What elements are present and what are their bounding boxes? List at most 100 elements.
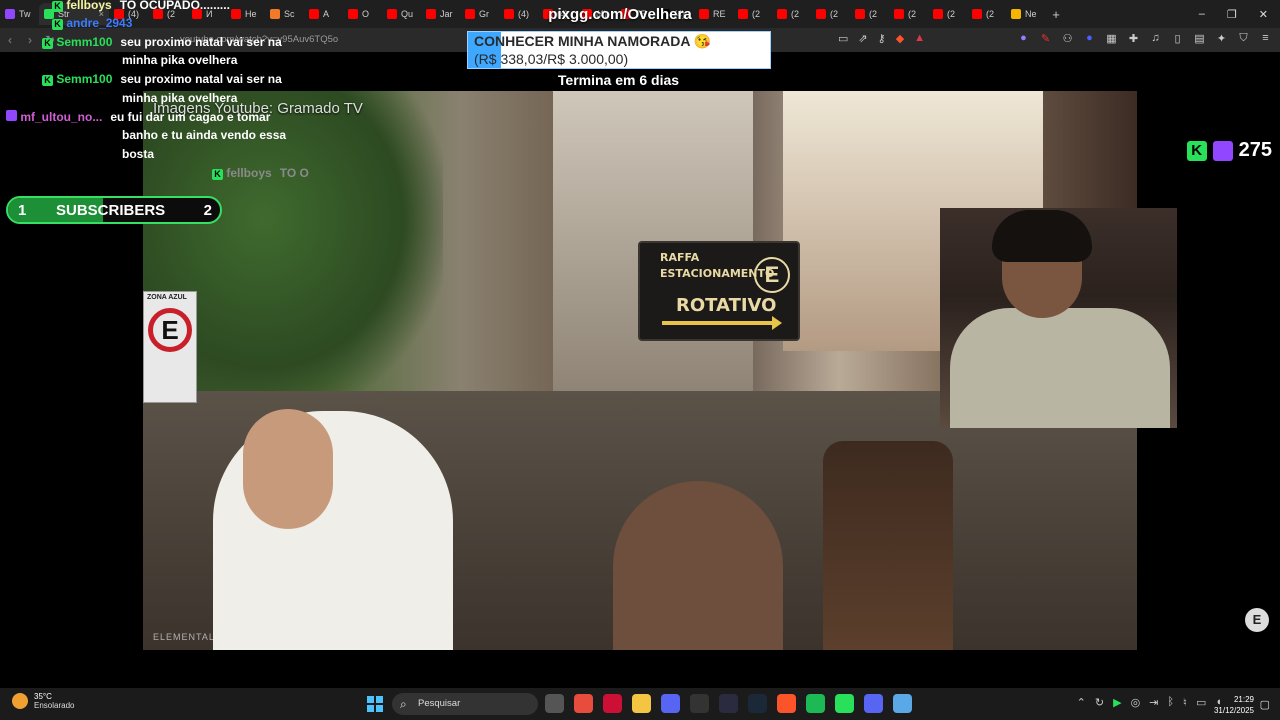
taskbar-app-icon[interactable] xyxy=(864,694,883,713)
tray-app-icon[interactable]: ↻ xyxy=(1095,696,1104,709)
chat-username: fellboys xyxy=(226,166,272,180)
twitch-badge-icon xyxy=(6,110,17,121)
chat-message: K andre_2943 xyxy=(52,14,140,33)
chat-text: minha pika ovelhera xyxy=(122,91,238,105)
clock-date: 31/12/2025 xyxy=(1213,706,1254,715)
install-icon[interactable]: ▭ xyxy=(838,32,848,45)
sign-letter: E xyxy=(754,257,790,293)
weather-temp: 35°C xyxy=(34,692,52,701)
goal-title: CONHECER MINHA NAMORADA 😘 xyxy=(474,33,712,49)
extension-icons: ● ✎ ⚇ ● ▦ ✚ ♫ ▯ ▤ ✦ ⛉ ≡ xyxy=(1017,32,1272,45)
vpn-icon[interactable]: ⛉ xyxy=(1237,32,1250,45)
taskbar-app-icon[interactable] xyxy=(719,694,738,713)
sidebar-icon[interactable]: ▯ xyxy=(1171,32,1184,45)
close-window-button[interactable]: ✕ xyxy=(1259,8,1268,21)
chat-message: K Semm100 seu proximo natal vai ser na xyxy=(42,70,282,89)
extension-icon[interactable]: ✎ xyxy=(1039,32,1052,45)
notification-icon[interactable]: ▢ xyxy=(1260,698,1270,711)
taskbar-app-icon[interactable] xyxy=(835,694,854,713)
screen: Tw Str × (4) (2 И He Sc A O Qu Jar Gr (4) (4) (4) TE (4) R… xyxy=(0,0,1280,720)
twitch-icon xyxy=(1212,140,1233,161)
search-placeholder: Pesquisar xyxy=(418,698,461,709)
video-watermark: ELEMENTAL xyxy=(153,632,215,642)
page-tools: ▭ ⇗ ⚷ ◆ ▲ xyxy=(838,32,925,45)
webcam-body xyxy=(950,308,1170,428)
network-icon[interactable]: ▭ xyxy=(1196,696,1206,709)
kick-icon: K xyxy=(1186,140,1207,161)
weather-widget[interactable]: 35°C Ensolarado xyxy=(12,692,74,710)
taskbar-app-icon[interactable] xyxy=(748,694,767,713)
clock[interactable]: 21:29 31/12/2025 xyxy=(1214,694,1254,716)
rewards-icon[interactable]: ▲ xyxy=(914,32,925,45)
chat-text: eu fui dar um cagao e tomar xyxy=(110,110,271,124)
start-button[interactable] xyxy=(367,696,383,712)
key-icon[interactable]: ⚷ xyxy=(878,32,886,45)
kick-badge-icon: K xyxy=(42,75,53,86)
channel-logo-icon: E xyxy=(1245,608,1269,632)
media-icon[interactable]: ♫ xyxy=(1149,32,1162,45)
taskbar-app-icon[interactable] xyxy=(690,694,709,713)
chat-text: TO O xyxy=(279,166,309,180)
extension-icon[interactable]: ⚇ xyxy=(1061,32,1074,45)
sun-icon xyxy=(12,693,28,709)
kick-badge-icon: K xyxy=(52,1,63,12)
viewer-count-value: 275 xyxy=(1238,139,1272,161)
goal-amount: (R$ 338,03/R$ 3.000,00) xyxy=(474,51,629,67)
chat-username: Semm100 xyxy=(56,72,113,86)
share-icon[interactable]: ⇗ xyxy=(858,32,867,45)
mic-icon[interactable]: ♮ xyxy=(1183,696,1187,709)
subs-to: 2 xyxy=(203,202,212,219)
chat-message: mf_ultou_no... eu fui dar um cagao e toma… xyxy=(6,108,270,127)
puzzle-icon[interactable]: ✚ xyxy=(1127,32,1140,45)
extension-icon[interactable]: ● xyxy=(1083,32,1096,45)
system-tray: ⌃ ↻ ▶ ◎ ⇥ ᛒ ♮ ▭ ◖ xyxy=(1077,696,1222,709)
taskbar-app-icon[interactable] xyxy=(777,694,796,713)
sign-line1: RAFFA xyxy=(660,251,700,264)
extension-icon[interactable]: ▦ xyxy=(1105,32,1118,45)
webcam-hair xyxy=(992,210,1092,262)
viewer-count: K 275 xyxy=(1186,139,1272,162)
sign-line3: ROTATIVO xyxy=(676,295,777,316)
person-foreground-center xyxy=(613,481,783,650)
chat-message: minha pika ovelhera xyxy=(122,51,237,70)
wallet-icon[interactable]: ▤ xyxy=(1193,32,1206,45)
subs-from: 1 xyxy=(18,202,27,219)
subscribers-goal-bar: 1 SUBSCRIBERS 2 xyxy=(6,196,222,224)
taskbar-app-icon[interactable] xyxy=(545,694,564,713)
chat-username: Semm100 xyxy=(56,35,113,49)
taskbar-app-icon[interactable] xyxy=(806,694,825,713)
subs-label: SUBSCRIBERS xyxy=(56,202,166,219)
taskbar-app-icon[interactable] xyxy=(574,694,593,713)
chat-message: bosta xyxy=(122,145,154,164)
clock-time: 21:29 xyxy=(1233,695,1254,704)
taskbar-app-icon[interactable] xyxy=(661,694,680,713)
bluetooth-icon[interactable]: ᛒ xyxy=(1167,696,1174,709)
chat-message: K fellboys TO O xyxy=(212,164,309,183)
chat-username: andre_2943 xyxy=(66,16,133,30)
weather-desc: Ensolarado xyxy=(34,701,75,710)
extension-icon[interactable]: ● xyxy=(1017,32,1030,45)
menu-icon[interactable]: ≡ xyxy=(1259,32,1272,45)
donation-goal: CONHECER MINHA NAMORADA 😘 (R$ 338,03/R$ … xyxy=(467,31,771,69)
parking-sign: RAFFA ESTACIONAMENTO ROTATIVO E xyxy=(638,241,800,341)
search-icon: ⌕ xyxy=(400,697,407,711)
leo-icon[interactable]: ✦ xyxy=(1215,32,1228,45)
brave-shield-icon[interactable]: ◆ xyxy=(896,32,904,45)
chat-message: banho e tu ainda vendo essa xyxy=(122,126,286,145)
chat-username: mf_ultou_no... xyxy=(20,110,103,124)
kick-badge-icon: K xyxy=(42,38,53,49)
tray-app-icon[interactable]: ⇥ xyxy=(1149,696,1158,709)
zona-letter: E xyxy=(148,308,192,352)
taskbar-app-icon[interactable] xyxy=(632,694,651,713)
taskbar-app-icon[interactable] xyxy=(603,694,622,713)
taskbar-app-icon[interactable] xyxy=(893,694,912,713)
streamer-webcam xyxy=(940,208,1177,428)
tray-app-icon[interactable]: ◎ xyxy=(1131,696,1141,709)
hat-man xyxy=(823,441,953,650)
chevron-up-icon[interactable]: ⌃ xyxy=(1077,696,1086,709)
taskbar-search[interactable]: ⌕ Pesquisar xyxy=(392,693,538,715)
kick-badge-icon: K xyxy=(52,19,63,30)
chat-text: minha pika ovelhera xyxy=(122,53,238,67)
kick-badge-icon: K xyxy=(212,169,223,180)
tray-app-icon[interactable]: ▶ xyxy=(1113,696,1121,709)
